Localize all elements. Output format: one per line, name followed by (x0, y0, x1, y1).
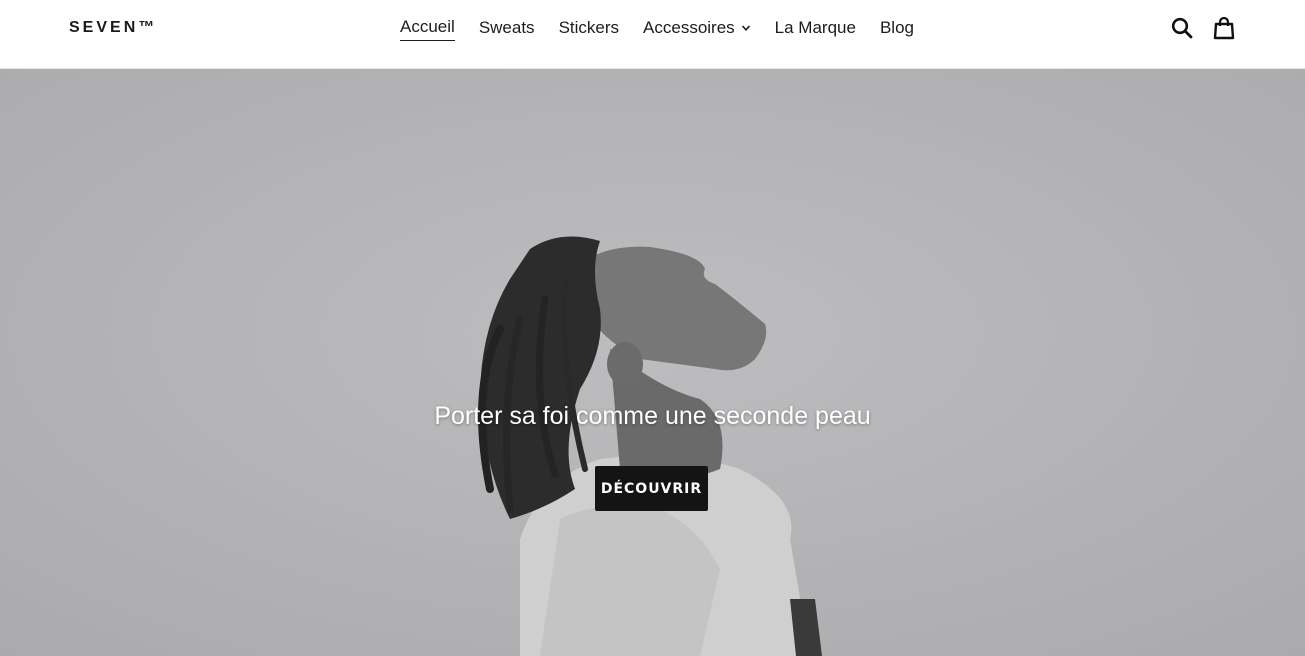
search-icon (1171, 17, 1193, 39)
nav-item-sweats[interactable]: Sweats (467, 15, 547, 41)
nav-item-blog[interactable]: Blog (868, 15, 926, 41)
nav-item-accueil[interactable]: Accueil (388, 14, 467, 41)
site-logo[interactable]: SEVEN™ (69, 19, 157, 37)
nav-item-label: Accessoires (643, 17, 735, 37)
site-header: SEVEN™ Accueil Sweats Stickers Accessoir… (0, 0, 1305, 69)
nav-item-label: Sweats (478, 17, 535, 37)
hero-banner: Porter sa foi comme une seconde peau DÉC… (0, 69, 1305, 656)
cart-icon (1213, 16, 1235, 40)
header-icons (1170, 15, 1236, 41)
discover-button[interactable]: DÉCOUVRIR (595, 466, 708, 511)
nav-item-label: Accueil (400, 14, 455, 41)
nav-item-la-marque[interactable]: La Marque (763, 15, 868, 41)
nav-item-label: La Marque (774, 17, 856, 37)
hero-title: Porter sa foi comme une seconde peau (434, 402, 871, 430)
nav-item-stickers[interactable]: Stickers (547, 15, 631, 41)
nav-item-label: Blog (879, 17, 914, 37)
cart-button[interactable] (1212, 15, 1236, 41)
chevron-down-icon (741, 25, 750, 31)
nav-item-label: Stickers (558, 17, 620, 37)
main-nav: Accueil Sweats Stickers Accessoires La M… (388, 14, 926, 41)
search-button[interactable] (1170, 15, 1194, 41)
hero-image (0, 69, 1305, 656)
nav-item-accessoires[interactable]: Accessoires (631, 15, 763, 41)
